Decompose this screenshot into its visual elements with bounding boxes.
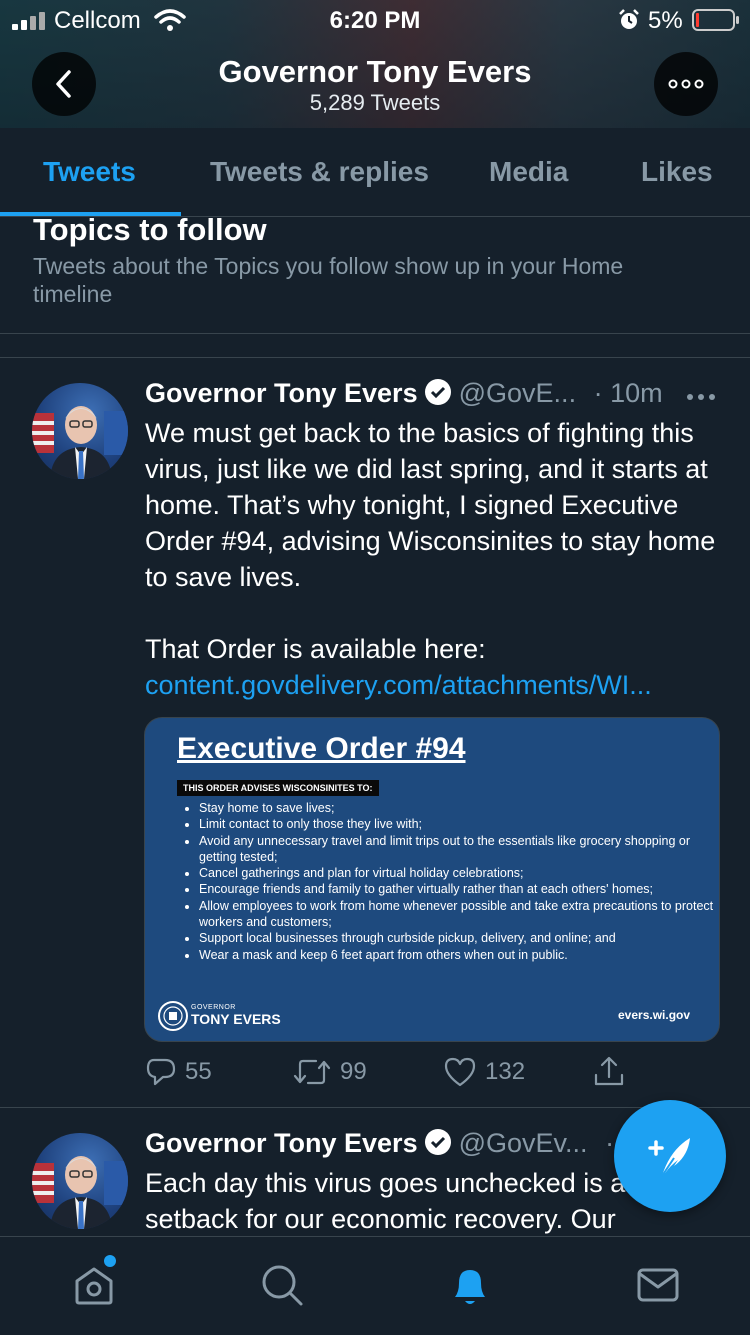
bottom-tab-bar [0, 1236, 750, 1335]
list-item: Cancel gatherings and plan for virtual h… [199, 865, 719, 881]
list-item: Avoid any unnecessary travel and limit t… [199, 833, 719, 866]
avatar[interactable] [32, 383, 128, 479]
list-item: Limit contact to only those they live wi… [199, 816, 719, 832]
compose-tweet-button[interactable] [614, 1100, 726, 1212]
tweet-more-icon[interactable] [686, 392, 716, 402]
more-options-button[interactable] [654, 52, 718, 116]
tab-messages[interactable] [634, 1261, 682, 1309]
retweet-count: 99 [340, 1058, 367, 1085]
list-item: Support local businesses through curbsid… [199, 930, 719, 946]
retweet-button[interactable]: 99 [292, 1056, 367, 1088]
card-logo-name: TONY EVERS [191, 1011, 281, 1027]
verified-badge-icon [425, 379, 452, 405]
like-heart-icon [444, 1057, 476, 1087]
alarm-clock-icon [619, 9, 639, 29]
tweet-author-name[interactable]: Governor Tony Evers [145, 1128, 418, 1158]
topics-description: Tweets about the Topics you follow show … [33, 253, 624, 307]
profile-name-title: Governor Tony Evers [218, 54, 532, 89]
state-seal-icon [158, 1001, 188, 1031]
card-title: Executive Order #94 [177, 732, 466, 765]
tweet-author-name[interactable]: Governor Tony Evers [145, 378, 418, 408]
avatar-portrait [32, 406, 128, 479]
list-item: Wear a mask and keep 6 feet apart from o… [199, 947, 719, 963]
reply-count: 55 [185, 1058, 212, 1085]
tweet-timestamp[interactable]: · [605, 1128, 614, 1158]
home-icon [75, 1267, 113, 1305]
tweet-divider [0, 1107, 750, 1108]
tweet-timestamp[interactable]: · 10m [594, 378, 663, 408]
tab-search[interactable] [258, 1261, 306, 1309]
topics-title: Topics to follow [33, 212, 267, 247]
card-url: evers.wi.gov [618, 1008, 691, 1022]
profile-tabs: Tweets Tweets & replies Media Likes [0, 128, 750, 217]
section-divider [0, 333, 750, 334]
more-dots-icon [668, 79, 704, 89]
retweet-icon [293, 1059, 331, 1085]
tweet-text: We must get back to the basics of fighti… [145, 418, 716, 592]
tweet-count: 5,289 Tweets [309, 90, 441, 115]
like-button[interactable]: 132 [443, 1056, 525, 1088]
section-divider [0, 357, 750, 358]
tweet-text-continued: That Order is available here: [145, 634, 486, 664]
avatar[interactable] [32, 1133, 128, 1229]
list-item: Allow employees to work from home whenev… [199, 898, 719, 931]
new-content-dot [104, 1255, 116, 1267]
verified-badge-icon [425, 1129, 452, 1155]
reply-button[interactable]: 55 [145, 1056, 212, 1088]
tweet-header: Governor Tony Evers @GovEv... · [145, 1128, 614, 1159]
card-bullet-list: Stay home to save lives; Limit contact t… [185, 800, 719, 963]
tweet-header: Governor Tony Evers @GovE... · 10m [145, 378, 663, 409]
tab-tweets-and-replies[interactable]: Tweets & replies [210, 156, 429, 188]
share-button[interactable] [592, 1056, 626, 1088]
tweet-link[interactable]: content.govdelivery.com/attachments/WI..… [145, 667, 725, 703]
share-icon [594, 1056, 624, 1086]
list-item: Stay home to save lives; [199, 800, 719, 816]
avatar-portrait [32, 1156, 128, 1229]
tab-notifications[interactable] [446, 1261, 494, 1309]
card-logo-label: GOVERNOR [191, 1004, 236, 1011]
notifications-bell-icon [455, 1270, 485, 1304]
reply-icon [146, 1058, 176, 1086]
battery-percent: 5% [648, 7, 683, 34]
search-icon [262, 1265, 303, 1306]
status-bar: Cellcom 6:20 PM 5% [0, 0, 750, 40]
tweet-author-handle[interactable]: @GovEv... [459, 1128, 588, 1158]
tweet-author-handle[interactable]: @GovE... [459, 378, 576, 408]
compose-feather-icon [648, 1138, 690, 1177]
card-subtitle: THIS ORDER ADVISES WISCONSINITES TO: [177, 780, 379, 796]
tab-likes[interactable]: Likes [641, 156, 713, 188]
messages-mail-icon [637, 1268, 679, 1302]
tab-home[interactable] [70, 1255, 118, 1309]
like-count: 132 [485, 1058, 526, 1085]
list-item: Encourage friends and family to gather v… [199, 881, 719, 897]
tab-tweets[interactable]: Tweets [43, 156, 136, 188]
battery-icon [692, 9, 739, 31]
executive-order-image-card[interactable]: Executive Order #94 THIS ORDER ADVISES W… [144, 717, 720, 1042]
tab-media[interactable]: Media [489, 156, 568, 188]
